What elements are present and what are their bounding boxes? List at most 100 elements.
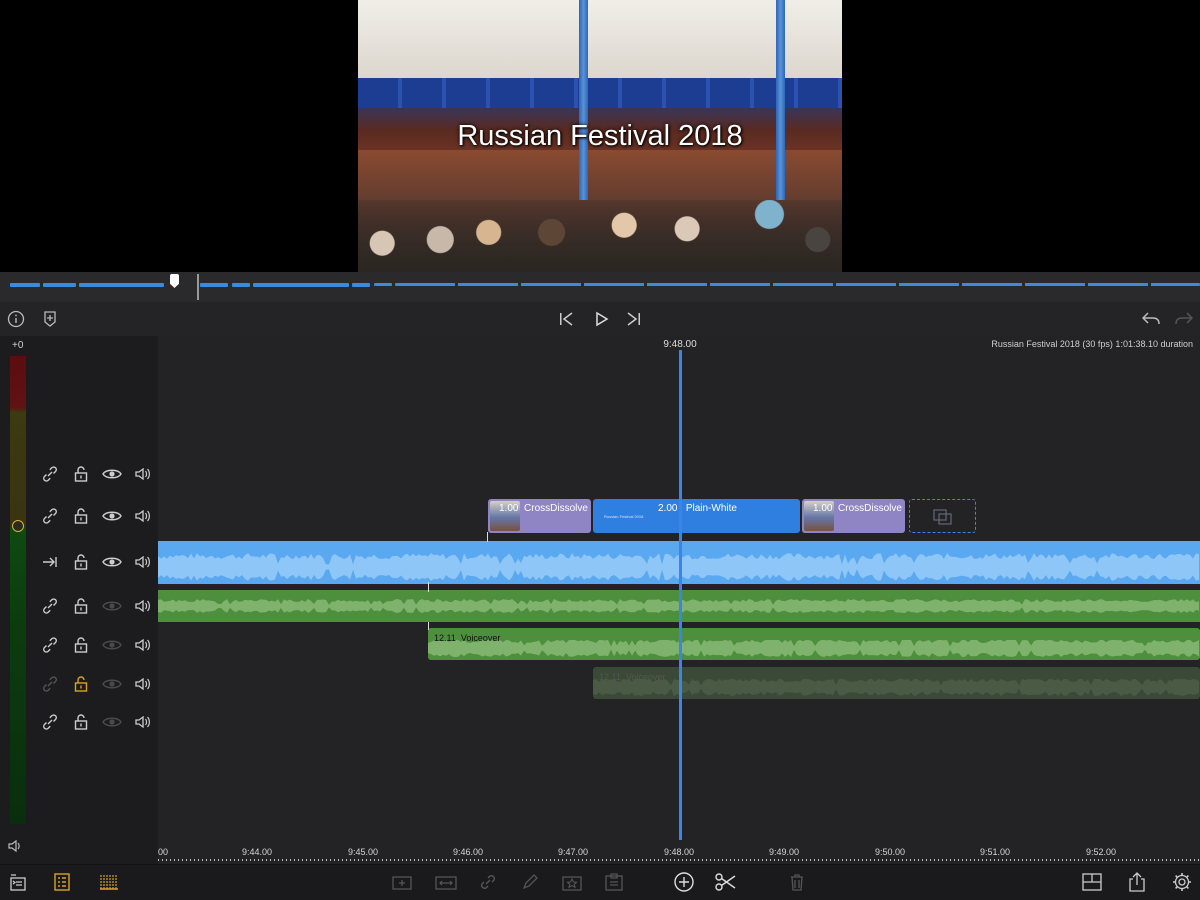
- info-icon[interactable]: [3, 306, 29, 332]
- track-visibility-icon[interactable]: [102, 635, 122, 655]
- link-icon[interactable]: [476, 870, 500, 894]
- clip-anchor-line: [428, 622, 429, 630]
- track-visibility-icon[interactable]: [102, 552, 122, 572]
- undo-icon[interactable]: [1138, 306, 1164, 332]
- track-lock-icon[interactable]: [71, 552, 91, 572]
- ruler-tick: 00: [157, 847, 169, 857]
- title-clip-duration: 2.00: [658, 503, 678, 514]
- track-volume-icon[interactable]: [133, 712, 153, 732]
- track-visibility-icon[interactable]: [102, 596, 122, 616]
- pen-icon[interactable]: [518, 870, 542, 894]
- scrubber-segment: [200, 283, 228, 287]
- transition-2-name: CrossDissolve: [838, 503, 902, 514]
- track-link-icon[interactable]: [40, 635, 60, 655]
- settings-icon[interactable]: [1170, 870, 1194, 894]
- track-anchor-icon[interactable]: [40, 552, 60, 572]
- layout-icon[interactable]: [1080, 870, 1104, 894]
- scrubber-segment: [232, 283, 250, 287]
- add-icon[interactable]: [672, 870, 696, 894]
- track-volume-icon[interactable]: [133, 464, 153, 484]
- ruler-tick: 9:45.00: [347, 847, 379, 857]
- track-visibility-icon[interactable]: [102, 712, 122, 732]
- share-icon[interactable]: [1125, 870, 1149, 894]
- track-link-icon[interactable]: [40, 464, 60, 484]
- transition-placeholder-icon: [933, 509, 952, 525]
- ruler-tick: 9:50.00: [874, 847, 906, 857]
- ruler-tick: 9:44.00: [241, 847, 273, 857]
- redo-icon[interactable]: [1171, 306, 1197, 332]
- skip-forward-icon[interactable]: [621, 306, 647, 332]
- play-icon[interactable]: [588, 306, 614, 332]
- scrubber-segment: [352, 283, 370, 287]
- preview-pole: [579, 0, 588, 200]
- audio-level-meter: [10, 356, 26, 824]
- voiceover-1-duration: 12.11: [434, 633, 456, 643]
- track-volume-icon[interactable]: [133, 635, 153, 655]
- title-clip[interactable]: 2.00 Plain-White Russian Festival 2018: [593, 499, 800, 533]
- ruler-tick: 9:52.00: [1085, 847, 1117, 857]
- track-link-icon[interactable]: [40, 712, 60, 732]
- favorite-icon[interactable]: [560, 870, 584, 894]
- transition-clip-2[interactable]: 1.00 CrossDissolve: [802, 499, 905, 533]
- track-lock-icon[interactable]: [71, 596, 91, 616]
- track-lock-icon-locked[interactable]: [71, 674, 91, 694]
- scrubber-segment: [43, 283, 76, 287]
- voiceover-2-name: Voiceover: [625, 672, 666, 682]
- track-link-icon[interactable]: [40, 596, 60, 616]
- ruler-tick: 9:51.00: [979, 847, 1011, 857]
- overview-scrubber[interactable]: [0, 272, 1200, 302]
- track-volume-icon[interactable]: [133, 552, 153, 572]
- track-lock-icon[interactable]: [71, 635, 91, 655]
- meter-level-label: +0: [12, 340, 24, 351]
- track-link-icon[interactable]: [40, 506, 60, 526]
- voiceover-2-duration: 12.11: [599, 672, 621, 682]
- add-marker-icon[interactable]: [37, 306, 63, 332]
- voiceover-clip-1[interactable]: 12.11 Voiceover: [428, 628, 1200, 660]
- track-list-icon[interactable]: [50, 870, 74, 894]
- track-volume-icon[interactable]: [133, 506, 153, 526]
- ruler-icon[interactable]: [97, 870, 121, 894]
- trash-icon[interactable]: [785, 870, 809, 894]
- scissors-icon[interactable]: [714, 870, 738, 894]
- master-volume-icon[interactable]: [5, 836, 25, 856]
- playhead-timecode: 9:48.00: [663, 339, 697, 350]
- scrubber-segment: [253, 283, 349, 287]
- track-link-icon[interactable]: [40, 674, 60, 694]
- playhead[interactable]: [679, 350, 682, 864]
- preview-tent: [358, 0, 842, 90]
- transition-clip-1[interactable]: 1.00 CrossDissolve: [488, 499, 591, 533]
- time-ruler[interactable]: 00 9:44.00 9:45.00 9:46.00 9:47.00 9:48.…: [158, 840, 1200, 864]
- scrubber-segment: [395, 283, 1200, 286]
- clipboard-icon[interactable]: [602, 870, 626, 894]
- track-lock-icon[interactable]: [71, 464, 91, 484]
- scrubber-segment: [79, 283, 164, 287]
- title-clip-name: Plain-White: [685, 503, 737, 514]
- insert-clip-icon[interactable]: [390, 870, 414, 894]
- add-transition-placeholder[interactable]: [909, 499, 976, 533]
- scrubber-segment: [374, 283, 392, 286]
- skip-back-icon[interactable]: [553, 306, 579, 332]
- voiceover-clip-2[interactable]: 12.11 Voiceover: [593, 667, 1200, 699]
- clip-anchor-line: [428, 582, 429, 592]
- preview-pole: [776, 0, 785, 200]
- track-volume-icon[interactable]: [133, 596, 153, 616]
- video-preview[interactable]: Russian Festival 2018: [358, 0, 842, 272]
- voiceover-waveform-2: [593, 679, 1199, 696]
- track-visibility-icon[interactable]: [102, 464, 122, 484]
- preview-curtain: [358, 78, 842, 108]
- track-visibility-icon[interactable]: [102, 674, 122, 694]
- project-icon[interactable]: [6, 870, 30, 894]
- title-overlay: Russian Festival 2018: [457, 120, 743, 152]
- track-lock-icon[interactable]: [71, 712, 91, 732]
- track-volume-icon[interactable]: [133, 674, 153, 694]
- track-visibility-icon[interactable]: [102, 506, 122, 526]
- ruler-tick: 9:48.00: [663, 847, 695, 857]
- track-lock-icon[interactable]: [71, 506, 91, 526]
- meter-knob[interactable]: [12, 520, 24, 532]
- ruler-dots: [158, 859, 1200, 861]
- preview-crowd: [358, 200, 842, 272]
- project-info: Russian Festival 2018 (30 fps) 1:01:38.1…: [991, 339, 1193, 349]
- voiceover-1-name: Voiceover: [460, 633, 501, 643]
- voiceover-waveform-1: [428, 640, 1199, 657]
- replace-clip-icon[interactable]: [434, 870, 458, 894]
